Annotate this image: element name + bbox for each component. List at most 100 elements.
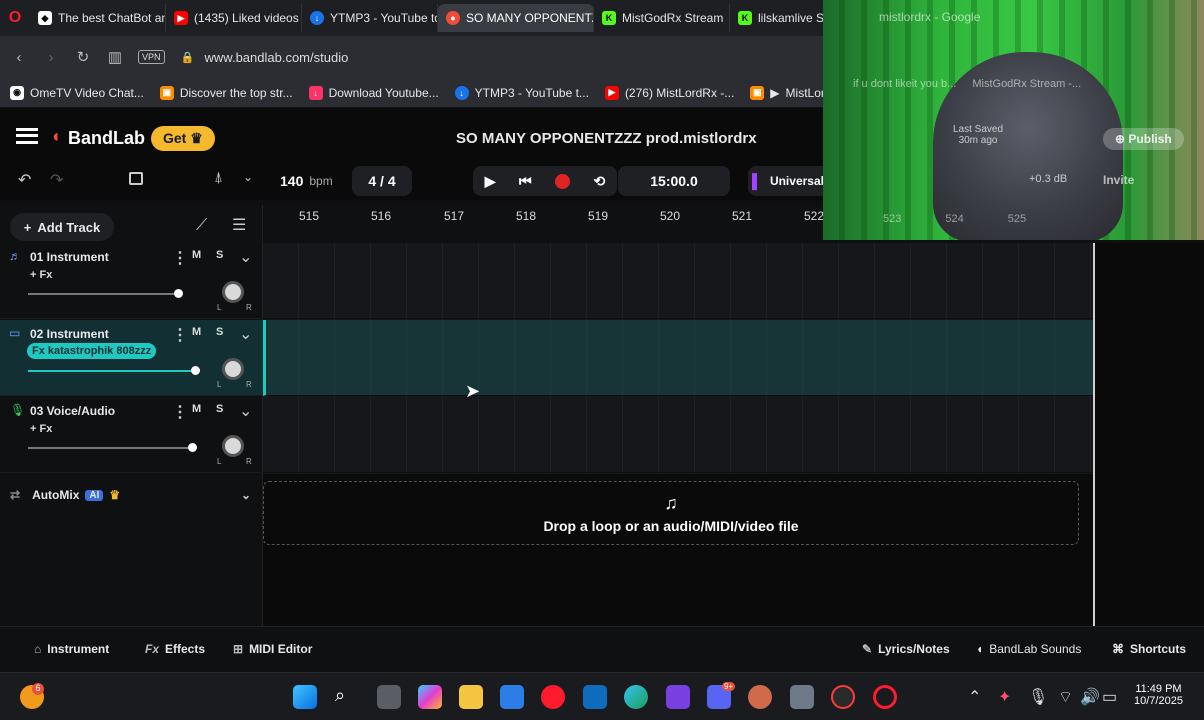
add-track-button[interactable]: + Add Track — [10, 213, 114, 241]
speaker-icon[interactable]: 🔊 — [1080, 687, 1100, 707]
volume-slider[interactable] — [28, 366, 200, 375]
pan-knob[interactable] — [222, 358, 244, 380]
tab-chatbot[interactable]: ◆ The best ChatBot and — [30, 4, 166, 32]
project-title[interactable]: SO MANY OPPONENTZZZ prod.mistlordrx — [456, 130, 757, 147]
redo-icon[interactable]: ↷ — [50, 170, 63, 190]
universal-instrument[interactable]: ▌ Universal — [748, 166, 828, 196]
record-icon[interactable] — [555, 173, 571, 189]
skip-to-start-icon[interactable]: ⏮ — [519, 173, 532, 190]
tempo-display[interactable]: 140 bpm — [270, 166, 344, 196]
effects-tab[interactable]: Fx Effects — [145, 642, 205, 656]
tab-kick-mistgod[interactable]: K MistGodRx Stream — [594, 4, 730, 32]
start-icon[interactable] — [293, 685, 317, 709]
clock[interactable]: 11:49 PM 10/7/2025 — [1134, 683, 1183, 707]
opera-logo-icon[interactable]: O — [0, 9, 30, 27]
chevron-down-icon[interactable]: ⌄ — [239, 247, 252, 267]
pan-knob[interactable] — [222, 435, 244, 457]
volume-slider[interactable] — [28, 289, 183, 298]
mute-button[interactable]: M — [192, 403, 201, 415]
chevron-up-icon[interactable]: ⌃ — [968, 687, 981, 707]
lock-icon[interactable]: 🔒 — [179, 51, 197, 64]
master-gain[interactable]: +0.3 dB — [1029, 173, 1067, 185]
fx-chip[interactable]: Fx katastrophik 808zzz — [27, 343, 157, 359]
vpn-badge[interactable]: VPN — [138, 50, 165, 64]
track-row-2[interactable]: ▭ 02 Instrument ⋮ M S ⌄ Fx katastrophik … — [0, 320, 263, 396]
pan-knob[interactable] — [222, 281, 244, 303]
brand-name[interactable]: BandLab — [68, 128, 145, 149]
track-name[interactable]: 02 Instrument — [30, 327, 109, 341]
add-fx-button[interactable]: + Fx — [30, 423, 52, 435]
opera-icon[interactable] — [541, 685, 565, 709]
back-arrow-icon[interactable]: ‹ — [10, 49, 28, 66]
solo-button[interactable]: S — [216, 326, 223, 338]
track-name[interactable]: 03 Voice/Audio — [30, 404, 115, 418]
chevron-down-icon[interactable]: ⌄ — [239, 324, 252, 344]
bookmark-ometv[interactable]: ◉ OmeTV Video Chat... — [10, 85, 144, 100]
magic-wand-icon[interactable]: ⟋ — [196, 217, 207, 235]
bookmark-discover[interactable]: ▣ Discover the top str... — [159, 85, 293, 100]
volume-handle[interactable] — [191, 366, 200, 375]
time-signature[interactable]: 4 / 4 — [352, 166, 412, 196]
opera-gx-icon[interactable] — [831, 685, 855, 709]
clipchamp-icon[interactable] — [666, 685, 690, 709]
undo-icon[interactable]: ↶ — [18, 170, 31, 190]
tab-ytmp3[interactable]: ↓ YTMP3 - YouTube to — [302, 4, 438, 32]
tab-bandlab-active[interactable]: ● SO MANY OPPONENTZZZ — [438, 4, 594, 32]
reload-icon[interactable]: ↻ — [74, 48, 92, 66]
metronome-icon[interactable]: ⍋ — [214, 169, 223, 186]
bookmark-ytmp3[interactable]: ↓ YTMP3 - YouTube t... — [454, 85, 589, 100]
bookmark-download[interactable]: ↓ Download Youtube... — [308, 85, 439, 100]
outlook-icon[interactable] — [583, 685, 607, 709]
track-row-3[interactable]: 🎙 03 Voice/Audio ⋮ M S ⌄ + Fx L R — [0, 397, 263, 473]
lyrics-notes-tab[interactable]: ✎ Lyrics/Notes — [862, 642, 950, 656]
track-menu-icon[interactable]: ⋮ — [172, 402, 188, 422]
lane-track-3[interactable] — [263, 397, 1093, 473]
lane-track-2[interactable] — [263, 320, 1093, 396]
chevron-down-icon[interactable]: ⌄ — [241, 488, 251, 502]
instrument-tab[interactable]: ⌂ Instrument — [34, 642, 109, 656]
add-fx-button[interactable]: + Fx — [30, 269, 52, 281]
tab-youtube-liked[interactable]: ▶ (1435) Liked videos - — [166, 4, 302, 32]
forward-arrow-icon[interactable]: › — [42, 49, 60, 66]
track-lanes[interactable] — [263, 243, 1093, 626]
bandlab-sounds-tab[interactable]: ◖ BandLab Sounds — [976, 642, 1081, 656]
url-field[interactable]: www.bandlab.com/studio — [205, 50, 349, 65]
get-membership-button[interactable]: Get ♛ — [151, 126, 215, 151]
lane-track-1[interactable] — [263, 243, 1093, 319]
chevron-down-icon[interactable]: ⌄ — [243, 170, 253, 184]
track-name[interactable]: 01 Instrument — [30, 250, 109, 264]
time-display[interactable]: 15:00.0 — [618, 166, 730, 196]
easy-setup-icon[interactable]: ▥ — [106, 48, 124, 66]
track-menu-icon[interactable]: ⋮ — [172, 248, 188, 268]
view-toggle-icon[interactable] — [129, 172, 143, 185]
track-menu-icon[interactable]: ⋮ — [172, 325, 188, 345]
chevron-down-icon[interactable]: ⌄ — [239, 401, 252, 421]
volume-slider[interactable] — [28, 443, 197, 452]
copilot-icon[interactable] — [418, 685, 442, 709]
store-icon[interactable] — [500, 685, 524, 709]
search-icon[interactable]: ⌕ — [335, 685, 345, 706]
drop-zone[interactable]: ♫ Drop a loop or an audio/MIDI/video fil… — [263, 481, 1079, 545]
invite-button[interactable]: Invite — [1103, 173, 1134, 187]
task-view-icon[interactable] — [377, 685, 401, 709]
solo-button[interactable]: S — [216, 249, 223, 261]
battery-icon[interactable]: ▭ — [1102, 687, 1117, 707]
play-icon[interactable]: ▶ — [485, 173, 496, 190]
wifi-icon[interactable]: ⌔ — [1058, 687, 1073, 707]
menu-icon[interactable] — [16, 128, 38, 144]
volume-handle[interactable] — [174, 289, 183, 298]
solo-button[interactable]: S — [216, 403, 223, 415]
bookmark-youtube[interactable]: ▶ (276) MistLordRx -... — [604, 85, 734, 100]
mixer-icon[interactable]: ☰ — [232, 215, 246, 235]
app-icon[interactable] — [748, 685, 772, 709]
automix-row[interactable]: ⇄ AutoMix AI ♛ ⌄ — [0, 485, 263, 505]
mute-button[interactable]: M — [192, 326, 201, 338]
publish-button[interactable]: ⊕ Publish — [1103, 128, 1184, 150]
edge-icon[interactable] — [624, 685, 648, 709]
track-row-1[interactable]: ♬ 01 Instrument ⋮ M S ⌄ + Fx L R — [0, 243, 263, 319]
loop-icon[interactable]: ⟲ — [594, 173, 606, 190]
volume-handle[interactable] — [188, 443, 197, 452]
shortcuts-tab[interactable]: ⌘ Shortcuts — [1112, 642, 1186, 656]
mute-button[interactable]: M — [192, 249, 201, 261]
tray-app-icon[interactable]: ✦ — [998, 687, 1011, 707]
